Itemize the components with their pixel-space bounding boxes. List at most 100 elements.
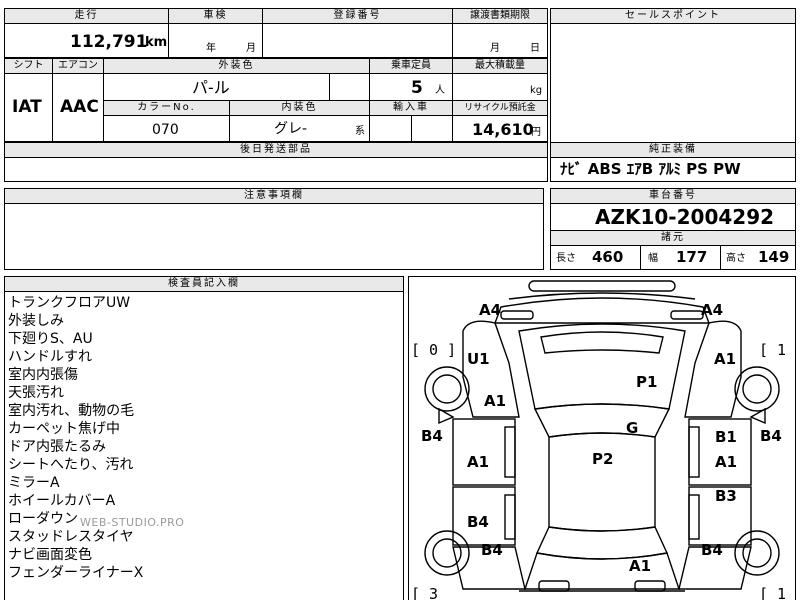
- inspection-header: 車検: [169, 9, 262, 23]
- interior-value: グレ-: [274, 121, 308, 137]
- chassis-div-1: [640, 245, 641, 270]
- list-item: スタッドレスタイヤ: [8, 529, 134, 545]
- recycle-value: 14,610: [472, 120, 534, 139]
- notes-line: [4, 203, 544, 204]
- list-item: 室内内張傷: [8, 367, 78, 383]
- height-label: 高さ: [726, 253, 746, 264]
- inspector-header: 検査員記入欄: [5, 277, 403, 291]
- width-label: 幅: [648, 253, 658, 264]
- mark-a1-rear: A1: [629, 557, 651, 575]
- later-parts-header: 後日発送部品: [5, 143, 547, 157]
- length-label: 長さ: [556, 253, 576, 264]
- spec-div-2: [103, 58, 104, 142]
- color-no-header: カラーNo.: [104, 101, 229, 115]
- interior-header: 内装色: [230, 101, 369, 115]
- list-item: ミラーA: [8, 475, 60, 491]
- load-unit: kg: [530, 85, 543, 96]
- mark-b4-left: B4: [421, 427, 443, 445]
- bracket-right-bottom: [ 1: [759, 585, 786, 600]
- exterior-value: パ-ル: [192, 78, 230, 97]
- inspector-line: [4, 291, 404, 292]
- spec-div-1: [52, 58, 53, 142]
- mark-b1: B1: [715, 428, 737, 446]
- capacity-header: 乗車定員: [370, 59, 452, 73]
- chassis-value: AZK10-2004292: [595, 205, 775, 229]
- list-item: 外装しみ: [8, 313, 64, 329]
- mileage-unit: km: [145, 35, 168, 50]
- top-divider-3: [452, 8, 453, 58]
- spec-line-2: [103, 100, 548, 101]
- transfer-day: 日: [530, 43, 540, 54]
- ac-header: エアコン: [53, 59, 103, 73]
- equipment-header: 純正装備: [551, 143, 795, 157]
- mark-b4-rear-door: B4: [467, 513, 489, 531]
- equipment-line-top: [550, 142, 796, 143]
- color-no-value: 070: [152, 122, 179, 138]
- watermark: WEB-STUDIO.PRO: [80, 516, 185, 529]
- mark-a4-left: A4: [479, 301, 501, 319]
- list-item: 下廻りS、AU: [8, 331, 93, 347]
- list-item: 天張汚れ: [8, 385, 64, 401]
- list-item: ドア内張たるみ: [8, 439, 106, 455]
- mark-a1-door-left: A1: [467, 453, 489, 471]
- spec-line-3: [103, 115, 548, 116]
- spec-line-1: [4, 73, 548, 74]
- spec-div-5: [369, 58, 370, 142]
- mark-p2: P2: [592, 450, 613, 468]
- equipment-value: ﾅﾋﾞ ABS ｴｱB ｱﾙﾐ PS PW: [560, 160, 741, 178]
- mark-b3: B3: [715, 487, 737, 505]
- mark-a4-right: A4: [701, 301, 723, 319]
- specs-header: 諸元: [551, 231, 795, 245]
- top-divider-1: [168, 8, 169, 58]
- recycle-header: リサイクル預託金: [453, 101, 547, 115]
- width-value: 177: [676, 248, 708, 266]
- sales-header: セールスポイント: [551, 9, 795, 23]
- notes-header: 注意事項欄: [5, 189, 543, 203]
- car-diagram: [ 0 ] [ 1 ] [ 3 [ 1 A4 A4 U1 A1 P1 A1 B4…: [411, 280, 795, 600]
- shift-value: IAT: [12, 97, 42, 117]
- spec-div-7: [452, 58, 453, 142]
- list-item: ハンドルすれ: [8, 349, 92, 365]
- list-item: カーペット焦げ中: [8, 421, 120, 437]
- bracket-left-bottom: [ 3: [411, 585, 438, 600]
- list-item: ナビ画面変色: [8, 547, 92, 563]
- length-value: 460: [592, 248, 624, 266]
- spec-div-4: [229, 100, 230, 142]
- interior-suffix: 系: [355, 126, 365, 137]
- spec-div-3: [329, 73, 330, 100]
- bracket-right-top: [ 1 ]: [759, 341, 795, 359]
- chassis-line-1: [550, 203, 796, 204]
- import-header: 輸入車: [370, 101, 452, 115]
- mark-a1-front-left: A1: [484, 392, 506, 410]
- load-header: 最大積載量: [453, 59, 547, 73]
- chassis-line-3: [550, 245, 796, 246]
- shift-header: シフト: [5, 59, 52, 73]
- mark-b4-rear-right: B4: [701, 541, 723, 559]
- mileage-value: 112,791: [70, 32, 148, 52]
- spec-div-6: [411, 115, 412, 142]
- mark-a1-front-right: A1: [714, 350, 736, 368]
- registration-header: 登録番号: [263, 9, 452, 23]
- transfer-month: 月: [490, 43, 500, 54]
- mark-b4-rear-left: B4: [481, 541, 503, 559]
- later-parts-line: [4, 157, 548, 158]
- bracket-left-top: [ 0 ]: [411, 341, 456, 359]
- list-item: 室内汚れ、動物の毛: [8, 403, 135, 419]
- ac-value: AAC: [60, 97, 99, 117]
- recycle-unit: 円: [531, 127, 541, 138]
- list-item: ホイールカバーA: [8, 493, 116, 509]
- list-item: フェンダーライナーX: [8, 565, 144, 581]
- mark-p1: P1: [636, 373, 657, 391]
- chassis-header: 車台番号: [551, 189, 795, 203]
- sales-line: [550, 23, 796, 24]
- chassis-div-2: [720, 245, 721, 270]
- inspection-year: 年: [206, 43, 216, 54]
- mileage-header: 走行: [5, 9, 168, 23]
- mark-u1: U1: [467, 350, 490, 368]
- capacity-value: 5: [411, 78, 423, 98]
- list-item: シートへたり、汚れ: [8, 457, 134, 473]
- inspection-month: 月: [246, 43, 256, 54]
- transfer-header: 譲渡書類期限: [453, 9, 547, 23]
- height-value: 149: [758, 248, 790, 266]
- exterior-header: 外装色: [104, 59, 369, 73]
